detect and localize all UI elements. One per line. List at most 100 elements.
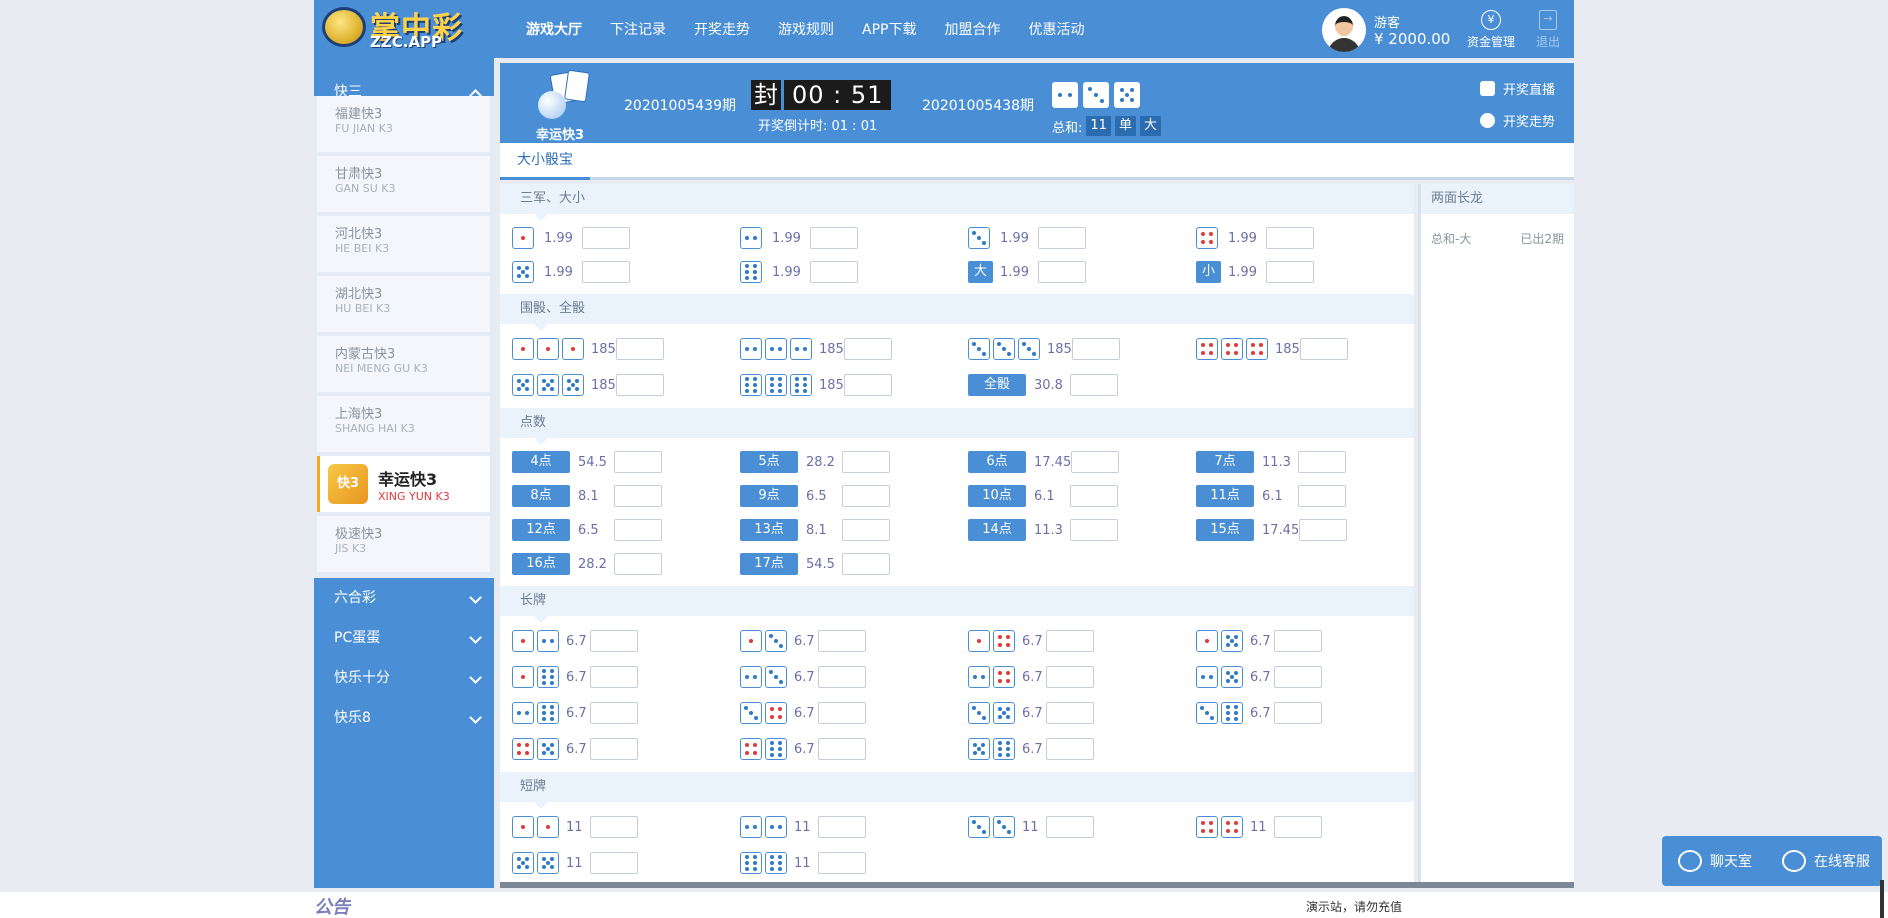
bet-cell[interactable]: 大 1.99 (968, 261, 1196, 283)
chat-room-button[interactable]: 聊天室 (1678, 850, 1752, 872)
bet-amount-input[interactable] (818, 666, 866, 688)
bet-cell[interactable]: 6.7 (968, 738, 1196, 760)
bet-amount-input[interactable] (1070, 519, 1118, 541)
bet-amount-input[interactable] (590, 738, 638, 760)
bet-amount-input[interactable] (1038, 227, 1086, 249)
bet-cell[interactable]: 1.99 (740, 261, 968, 283)
bet-amount-input[interactable] (1038, 261, 1087, 283)
bet-amount-input[interactable] (1274, 666, 1322, 688)
sidebar-item-k3[interactable]: 甘肃快3 GAN SU K3 (317, 156, 490, 212)
bet-cell[interactable]: 1.99 (512, 261, 740, 283)
bet-cell[interactable]: 4点 54.5 (512, 451, 740, 473)
sidebar-item-k3[interactable]: 快3 幸运快3 XING YUN K3 (317, 456, 490, 512)
bet-cell[interactable]: 17点 54.5 (740, 553, 968, 575)
bet-amount-input[interactable] (1298, 485, 1346, 507)
bet-cell[interactable]: 15点 17.45 (1196, 519, 1414, 541)
bet-cell[interactable]: 1.99 (968, 227, 1196, 249)
bet-cell[interactable]: 11点 6.1 (1196, 485, 1414, 507)
bet-cell[interactable]: 1.99 (740, 227, 968, 249)
bet-amount-input[interactable] (1046, 630, 1094, 652)
bet-amount-input[interactable] (1046, 666, 1094, 688)
bet-cell[interactable]: 6.7 (1196, 702, 1414, 724)
bet-cell[interactable]: 185 (512, 374, 740, 396)
bet-amount-input[interactable] (615, 374, 664, 396)
bet-cell[interactable]: 11 (512, 852, 740, 874)
bet-cell[interactable]: 7点 11.3 (1196, 451, 1414, 473)
bet-cell[interactable]: 6.7 (740, 666, 968, 688)
bet-cell[interactable]: 11 (968, 816, 1196, 838)
bet-cell[interactable]: 12点 6.5 (512, 519, 740, 541)
online-service-button[interactable]: 在线客服 (1782, 850, 1870, 872)
bet-cell[interactable]: 6.7 (1196, 666, 1414, 688)
nav-item-1[interactable]: 下注记录 (610, 19, 666, 39)
bet-cell[interactable]: 1.99 (512, 227, 740, 249)
bet-cell[interactable]: 16点 28.2 (512, 553, 740, 575)
sidebar-item-k3[interactable]: 湖北快3 HU BEI K3 (317, 276, 490, 332)
nav-item-0[interactable]: 游戏大厅 (526, 19, 582, 39)
sidebar-item-k3[interactable]: 极速快3 JIS K3 (317, 516, 490, 572)
sidebar-category-ssc[interactable]: 时时彩 (314, 58, 494, 72)
tab-dice-sicbo[interactable]: 大小骰宝 (500, 143, 590, 180)
bet-amount-input[interactable] (1298, 451, 1346, 473)
nav-item-2[interactable]: 开奖走势 (694, 19, 750, 39)
bet-amount-input[interactable] (1274, 816, 1322, 838)
bet-cell[interactable]: 11 (740, 852, 968, 874)
sidebar-item-k3[interactable]: 河北快3 HE BEI K3 (317, 216, 490, 272)
bet-amount-input[interactable] (614, 451, 662, 473)
bet-cell[interactable]: 13点 8.1 (740, 519, 968, 541)
bet-amount-input[interactable] (614, 485, 662, 507)
bet-amount-input[interactable] (614, 519, 662, 541)
bet-cell[interactable]: 185 (512, 338, 740, 360)
bet-cell[interactable]: 185 (1196, 338, 1414, 360)
bet-cell[interactable]: 185 (740, 338, 968, 360)
bet-amount-input[interactable] (1046, 816, 1094, 838)
bet-cell[interactable]: 6.7 (740, 702, 968, 724)
sidebar-category[interactable]: 快乐十分 (314, 658, 494, 698)
bet-cell[interactable]: 6.7 (1196, 630, 1414, 652)
bet-amount-input[interactable] (590, 666, 638, 688)
bet-cell[interactable]: 11 (740, 816, 968, 838)
bet-amount-input[interactable] (582, 261, 630, 283)
bet-cell[interactable]: 小 1.99 (1196, 261, 1414, 283)
bet-amount-input[interactable] (1071, 338, 1120, 360)
bet-amount-input[interactable] (590, 852, 638, 874)
nav-item-5[interactable]: 加盟合作 (944, 19, 1000, 39)
bet-amount-input[interactable] (818, 702, 866, 724)
draw-trend-link[interactable]: 开奖走势 (1480, 111, 1555, 130)
bet-cell[interactable]: 185 (740, 374, 968, 396)
bet-amount-input[interactable] (1299, 338, 1348, 360)
bet-amount-input[interactable] (1274, 630, 1322, 652)
bet-cell[interactable]: 5点 28.2 (740, 451, 968, 473)
avatar[interactable] (1322, 8, 1366, 52)
bet-amount-input[interactable] (1299, 519, 1348, 541)
sidebar-category[interactable]: PC蛋蛋 (314, 618, 494, 658)
bet-cell[interactable]: 11 (1196, 816, 1414, 838)
bet-amount-input[interactable] (1266, 227, 1314, 249)
bet-cell[interactable]: 6.7 (512, 702, 740, 724)
bet-amount-input[interactable] (1266, 261, 1315, 283)
bet-amount-input[interactable] (818, 852, 866, 874)
bet-cell[interactable]: 8点 8.1 (512, 485, 740, 507)
bet-amount-input[interactable] (842, 451, 890, 473)
bet-amount-input[interactable] (843, 338, 892, 360)
bet-amount-input[interactable] (842, 553, 890, 575)
bet-amount-input[interactable] (810, 227, 858, 249)
bet-amount-input[interactable] (582, 227, 630, 249)
bet-cell[interactable]: 6.7 (740, 738, 968, 760)
bet-cell[interactable]: 6点 17.45 (968, 451, 1196, 473)
sidebar-item-k3[interactable]: 福建快3 FU JIAN K3 (317, 96, 490, 152)
bet-amount-input[interactable] (590, 702, 638, 724)
bet-amount-input[interactable] (615, 338, 664, 360)
sidebar-category[interactable]: 六合彩 (314, 578, 494, 618)
bet-cell[interactable]: 14点 11.3 (968, 519, 1196, 541)
sidebar-item-k3[interactable]: 内蒙古快3 NEI MENG GU K3 (317, 336, 490, 392)
horizontal-scrollbar[interactable] (500, 882, 1574, 888)
bet-cell[interactable]: 185 (968, 338, 1196, 360)
bet-cell[interactable]: 11 (512, 816, 740, 838)
bet-amount-input[interactable] (1046, 738, 1094, 760)
bet-amount-input[interactable] (1070, 485, 1118, 507)
bet-amount-input[interactable] (842, 485, 890, 507)
bet-amount-input[interactable] (818, 630, 866, 652)
sidebar-category[interactable]: 快乐8 (314, 698, 494, 738)
nav-item-6[interactable]: 优惠活动 (1028, 19, 1084, 39)
